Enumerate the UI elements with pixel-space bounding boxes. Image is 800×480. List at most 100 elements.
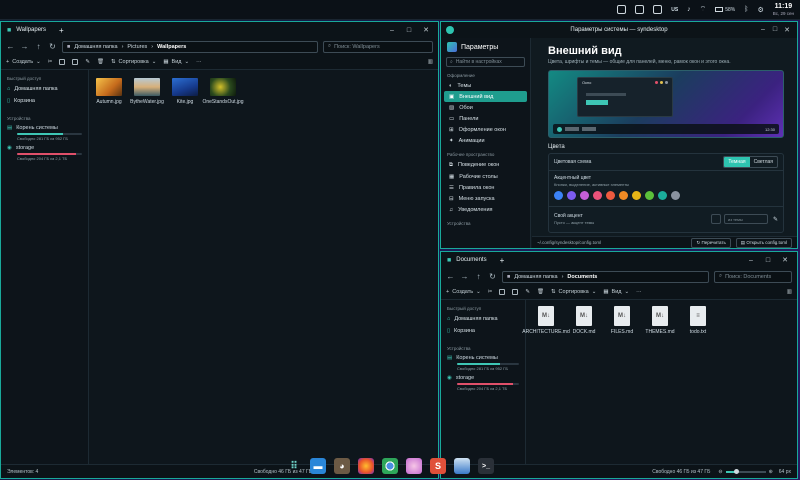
breadcrumb[interactable]: ■ Домашняя папка › Pictures › Wallpapers [62,40,318,53]
accent-swatch[interactable] [619,191,628,200]
close-button[interactable]: ✕ [420,26,432,34]
terminal-app-icon[interactable]: >_ [478,458,494,474]
cut-button[interactable]: ✂ [488,289,493,295]
zoom-slider[interactable] [725,468,766,474]
settings-item-notifications[interactable]: ♫ Уведомления [444,204,527,215]
new-tab-button[interactable]: + [500,256,505,265]
settings-item-appearance[interactable]: ▣ Внешний вид [444,91,527,102]
accent-swatch[interactable] [580,191,589,200]
firefox-app-icon[interactable] [358,458,374,474]
create-button[interactable]: + Создать ⌄ [6,59,41,65]
clock[interactable]: 11:19 Вс, 29 сен [773,3,794,17]
accent-swatch[interactable] [567,191,576,200]
settings-item-launcher[interactable]: ⊟ Меню запуска [444,193,527,204]
settings-search-input[interactable]: ⌕ Найти в настройках [446,57,525,67]
sort-button[interactable]: ⇅ Сортировка ⌄ [551,289,596,295]
view-button[interactable]: ▦ Вид ⌄ [163,59,189,65]
settings-item-wallpaper[interactable]: ▨ Обои [444,102,527,113]
accent-swatch[interactable] [645,191,654,200]
settings-item-window-behavior[interactable]: ⧉ Поведение окон [444,159,527,171]
window-titlebar[interactable]: ■ Wallpapers + – □ ✕ [1,22,438,38]
accent-swatch[interactable] [632,191,641,200]
file-item[interactable]: M↓ THEMES.md [643,306,677,335]
window-icon[interactable] [653,5,663,14]
breadcrumb-item[interactable]: Домашняя папка [74,44,117,50]
forward-button[interactable]: → [460,272,469,281]
refresh-button[interactable]: ↻ [48,42,57,51]
minimize-button[interactable]: – [745,257,757,264]
settings-item-window-rules[interactable]: ☰ Правила окон [444,182,527,193]
up-button[interactable]: ↑ [474,272,483,281]
delete-button[interactable]: 🗑 [97,59,104,65]
sort-button[interactable]: ⇅ Сортировка ⌄ [111,59,156,65]
settings-item-window-decorations[interactable]: ⊞ Оформление окон [444,124,527,135]
settings-item-animations[interactable]: ✦ Анимации [444,135,527,146]
panel-toggle-icon[interactable]: ▥ [787,289,792,295]
zoom-slider-handle[interactable] [733,468,739,474]
window-titlebar[interactable]: ■ Documents + – □ ✕ [441,252,797,268]
accent-swatch[interactable] [671,191,680,200]
copy-button[interactable] [499,289,506,295]
view-button[interactable]: ▦ Вид ⌄ [603,289,629,295]
accent-swatch[interactable] [554,191,563,200]
orb-app-icon[interactable] [406,458,422,474]
zoom-out-icon[interactable]: ⊖ [718,469,722,475]
file-item[interactable]: BytheWater.jpg [130,78,164,105]
color-preview-box[interactable] [710,214,721,224]
device-root[interactable]: ▤ Корень системы Свободно 281 ГБ из 952 Г… [1,123,88,143]
close-button[interactable]: ✕ [781,26,793,34]
maximize-button[interactable]: □ [403,27,415,34]
breadcrumb-item[interactable]: Домашняя папка [514,274,557,280]
settings-item-panels[interactable]: ▭ Панели [444,113,527,124]
settings-item-desktops[interactable]: ▦ Рабочие столы [444,171,527,182]
new-tab-button[interactable]: + [59,26,64,35]
notes-icon[interactable] [617,5,627,14]
custom-accent-input[interactable]: из темы [723,214,768,224]
files-app-icon[interactable]: ▬ [310,458,326,474]
breadcrumb-item[interactable]: Wallpapers [157,44,186,50]
file-item[interactable]: M↓ FILES.md [605,306,639,335]
chrome-app-icon[interactable] [382,458,398,474]
delete-button[interactable]: 🗑 [537,289,544,295]
speaker-icon[interactable]: ♪ [687,6,691,13]
scheme-light-button[interactable]: Светлая [750,157,777,167]
sidebar-item-home[interactable]: ⌂ Домашняя папка [1,83,88,95]
device-storage[interactable]: ◉ storage Свободно 204 ГБ из 2,1 ТБ [441,373,525,393]
wifi-icon[interactable]: ⌔ [700,5,707,14]
paste-button[interactable] [512,289,519,295]
synapse-app-icon[interactable]: S [430,458,446,474]
device-storage[interactable]: ◉ storage Свободно 204 ГБ из 2,1 ТБ [1,143,88,163]
copy-button[interactable] [59,59,66,65]
settings-icon[interactable]: ⚙ [757,6,763,14]
search-input[interactable]: ⌕ Поиск: Documents [714,270,792,283]
zoom-in-icon[interactable]: ⊕ [769,469,773,475]
settings-item-themes[interactable]: ◐ Темы [444,80,527,91]
open-config-button[interactable]: ▤ Открыть config.toml [735,237,792,248]
app-launcher-icon[interactable]: ⠿ [286,458,302,474]
bluetooth-icon[interactable]: ᛒ [744,6,748,13]
more-button[interactable]: ··· [636,289,642,295]
file-item[interactable]: OneStandsOut.jpg [202,78,244,105]
create-button[interactable]: + Создать ⌄ [446,289,481,295]
file-manager-app-icon[interactable] [454,458,470,474]
file-item[interactable]: ≡ todo.txt [681,306,715,335]
maximize-button[interactable]: □ [769,26,781,34]
refresh-button[interactable]: ↻ [488,272,497,281]
file-item[interactable]: M↓ DOCK.md [567,306,601,335]
panel-toggle-icon[interactable]: ▥ [428,59,433,65]
reload-button[interactable]: ↻ Перечитать [691,237,731,248]
accent-swatch[interactable] [593,191,602,200]
rename-button[interactable]: ✎ [85,59,90,65]
accent-swatch[interactable] [606,191,615,200]
file-item[interactable]: Autumn.jpg [92,78,126,105]
search-input[interactable]: ⌕ Поиск: Wallpapers [323,40,433,53]
sidebar-item-trash[interactable]: ▯ Корзина [1,95,88,107]
cut-button[interactable]: ✂ [48,59,53,65]
breadcrumb[interactable]: ■ Домашняя папка › Documents [502,270,709,283]
breadcrumb-item[interactable]: Pictures [127,44,147,50]
accent-swatch[interactable] [658,191,667,200]
battery-indicator[interactable]: 58% [715,7,735,13]
more-button[interactable]: ··· [196,59,202,65]
sidebar-item-trash[interactable]: ▯ Корзина [441,325,525,337]
screen-icon[interactable] [635,5,645,14]
